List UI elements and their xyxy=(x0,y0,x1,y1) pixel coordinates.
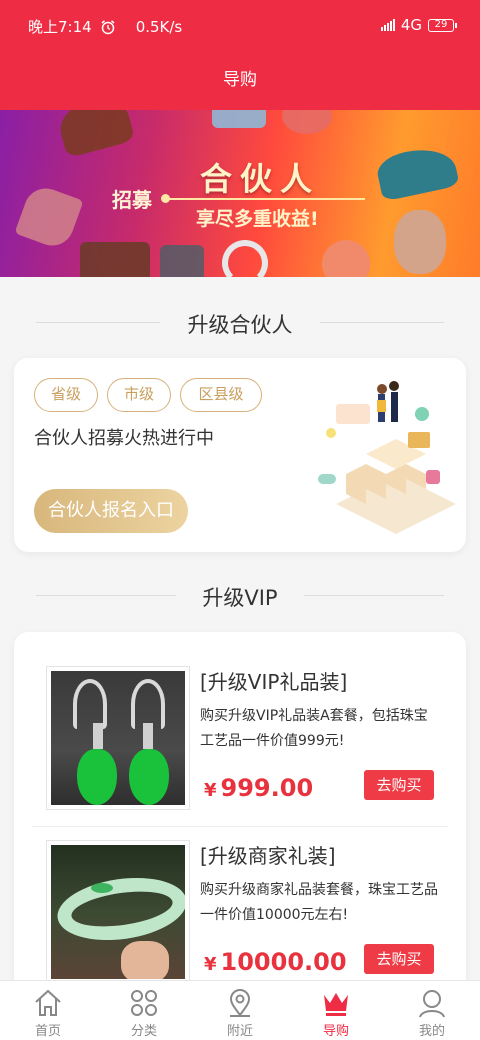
tab-mine[interactable]: 我的 xyxy=(384,981,480,1040)
buy-button[interactable]: 去购买 xyxy=(364,770,434,800)
category-icon xyxy=(131,990,157,1016)
home-icon xyxy=(35,989,61,1016)
partner-card: 省级 市级 区县级 合伙人招募火热进行中 合伙人报名入口 xyxy=(14,358,466,552)
product-name: [升级VIP礼品装] xyxy=(200,670,348,694)
product-price: ¥10000.00 xyxy=(204,948,347,976)
teddy-decoration xyxy=(394,210,446,274)
price-value: 10000.00 xyxy=(220,948,347,976)
partner-description: 合伙人招募火热进行中 xyxy=(34,428,214,449)
network-type: 4G xyxy=(400,16,422,34)
status-time: 晚上7:14 xyxy=(28,18,92,36)
buy-button[interactable]: 去购买 xyxy=(364,944,434,974)
tab-category[interactable]: 分类 xyxy=(96,981,192,1040)
tab-label: 我的 xyxy=(418,1024,445,1039)
tag-province[interactable]: 省级 xyxy=(34,378,98,412)
currency-symbol: ¥ xyxy=(204,954,217,975)
tab-label: 首页 xyxy=(34,1024,61,1039)
tab-label: 导购 xyxy=(322,1024,349,1039)
currency-symbol: ¥ xyxy=(204,780,217,801)
tab-label: 附近 xyxy=(226,1024,253,1039)
banner-title: 合伙人 xyxy=(200,160,321,198)
signal-icon xyxy=(380,19,395,31)
user-icon xyxy=(419,990,445,1018)
title-bar: 导购 xyxy=(0,50,480,110)
product-divider xyxy=(32,826,448,827)
tab-home[interactable]: 首页 xyxy=(0,981,96,1040)
status-bar: 晚上7:14 0.5K/s 4G 29 xyxy=(0,0,480,50)
price-value: 999.00 xyxy=(220,774,314,802)
tab-guide[interactable]: 导购 xyxy=(288,981,384,1040)
product-description: 购买升级VIP礼品装A套餐，包括珠宝工艺品一件价值999元! xyxy=(200,708,428,749)
product-image[interactable] xyxy=(46,666,190,810)
battery-level: 29 xyxy=(434,18,448,30)
vip-section-header: 升级VIP xyxy=(0,575,480,615)
partner-signup-button[interactable]: 合伙人报名入口 xyxy=(34,489,188,533)
location-icon xyxy=(229,989,251,1017)
crown-icon xyxy=(324,993,348,1016)
headphones-decoration xyxy=(222,240,268,277)
balls-decoration xyxy=(282,110,332,134)
banner-line xyxy=(165,198,365,200)
tag-county[interactable]: 区县级 xyxy=(180,378,262,412)
banner-recruit: 招募 xyxy=(112,188,152,212)
net-speed: 0.5K/s xyxy=(135,17,183,36)
partner-illustration-icon xyxy=(318,381,456,534)
product-name: [升级商家礼装] xyxy=(200,844,336,868)
partner-banner[interactable]: 合伙人 招募 享尽多重收益! xyxy=(0,110,480,277)
fruit-decoration xyxy=(322,240,370,277)
hat-decoration xyxy=(54,110,136,159)
alarm-icon xyxy=(101,19,115,34)
sneaker-decoration xyxy=(374,142,460,202)
tag-city[interactable]: 市级 xyxy=(107,378,171,412)
section-title: 升级合伙人 xyxy=(187,313,293,337)
partner-section-header: 升级合伙人 xyxy=(0,302,480,342)
bottom-tab-bar: 首页 分类 附近 导购 我的 xyxy=(0,980,480,1040)
radio-decoration xyxy=(80,242,150,277)
product-image[interactable] xyxy=(46,840,190,984)
tab-label: 分类 xyxy=(130,1024,157,1039)
product-price: ¥999.00 xyxy=(204,774,313,802)
banner-subtitle: 享尽多重收益! xyxy=(196,208,319,230)
product-description: 购买升级商家礼品装套餐，珠宝工艺品一件价值10000元左右! xyxy=(200,882,438,923)
plane-decoration xyxy=(14,182,84,252)
box-decoration xyxy=(212,110,266,128)
product-item[interactable]: [升级VIP礼品装] 购买升级VIP礼品装A套餐，包括珠宝工艺品一件价值999元… xyxy=(32,666,448,838)
section-title: 升级VIP xyxy=(202,586,278,610)
battery-icon: 29 xyxy=(428,18,457,32)
page-title: 导购 xyxy=(223,70,257,90)
tab-nearby[interactable]: 附近 xyxy=(192,981,288,1040)
speaker-decoration xyxy=(160,245,204,277)
